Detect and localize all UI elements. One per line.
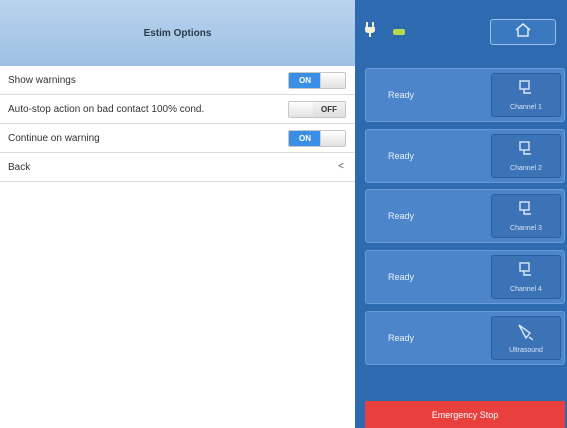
back-label: Back <box>8 161 31 173</box>
back-arrow-icon: < <box>338 161 344 172</box>
electrode-icon <box>492 262 560 278</box>
electrode-icon <box>492 141 560 157</box>
channel-status: Ready <box>388 90 415 100</box>
toggle-knob <box>289 102 314 117</box>
channel-row-ultrasound: Ready Ultrasound <box>365 311 565 365</box>
battery-icon <box>393 29 405 35</box>
toggle-knob <box>320 131 345 146</box>
device-panel: Ready Channel 1 Ready Channel 2 Ready Ch… <box>355 0 567 428</box>
toggle-state: OFF <box>313 102 345 117</box>
home-icon <box>514 22 532 42</box>
channel-name: Channel 3 <box>510 225 542 232</box>
channel-name: Channel 1 <box>510 104 542 111</box>
status-bar <box>355 0 567 60</box>
channel-1-button[interactable]: Channel 1 <box>491 73 561 117</box>
channel-status: Ready <box>388 333 415 343</box>
ultrasound-button[interactable]: Ultrasound <box>491 316 561 360</box>
electrode-icon <box>492 201 560 217</box>
channel-row-3: Ready Channel 3 <box>365 189 565 243</box>
emergency-stop-label: Emergency Stop <box>431 409 499 420</box>
option-continue-on-warning: Continue on warning ON <box>0 124 355 153</box>
page-title-text: Estim Options <box>143 27 212 39</box>
channel-row-2: Ready Channel 2 <box>365 129 565 183</box>
emergency-stop-button[interactable]: Emergency Stop <box>365 401 565 428</box>
channel-row-4: Ready Channel 4 <box>365 250 565 304</box>
channel-name: Ultrasound <box>509 347 543 354</box>
channel-4-button[interactable]: Channel 4 <box>491 255 561 299</box>
toggle-state: ON <box>289 73 321 88</box>
channel-name: Channel 2 <box>510 165 542 172</box>
channel-name: Channel 4 <box>510 286 542 293</box>
channel-2-button[interactable]: Channel 2 <box>491 134 561 178</box>
option-show-warnings: Show warnings ON <box>0 66 355 95</box>
options-panel: Estim Options Show warnings ON Auto-stop… <box>0 0 355 428</box>
channel-row-1: Ready Channel 1 <box>365 68 565 122</box>
electrode-icon <box>492 80 560 96</box>
home-button[interactable] <box>490 19 556 45</box>
toggle-knob <box>320 73 345 88</box>
toggle-state: ON <box>289 131 321 146</box>
show-warnings-toggle[interactable]: ON <box>288 72 346 89</box>
channel-status: Ready <box>388 211 415 221</box>
plug-icon <box>364 22 376 41</box>
page-title: Estim Options <box>0 0 355 66</box>
auto-stop-toggle[interactable]: OFF <box>288 101 346 118</box>
channel-status: Ready <box>388 151 415 161</box>
back-row[interactable]: Back < <box>0 153 355 182</box>
ultrasound-probe-icon <box>492 323 560 341</box>
option-auto-stop: Auto-stop action on bad contact 100% con… <box>0 95 355 124</box>
continue-on-warning-toggle[interactable]: ON <box>288 130 346 147</box>
channel-status: Ready <box>388 272 415 282</box>
channel-3-button[interactable]: Channel 3 <box>491 194 561 238</box>
